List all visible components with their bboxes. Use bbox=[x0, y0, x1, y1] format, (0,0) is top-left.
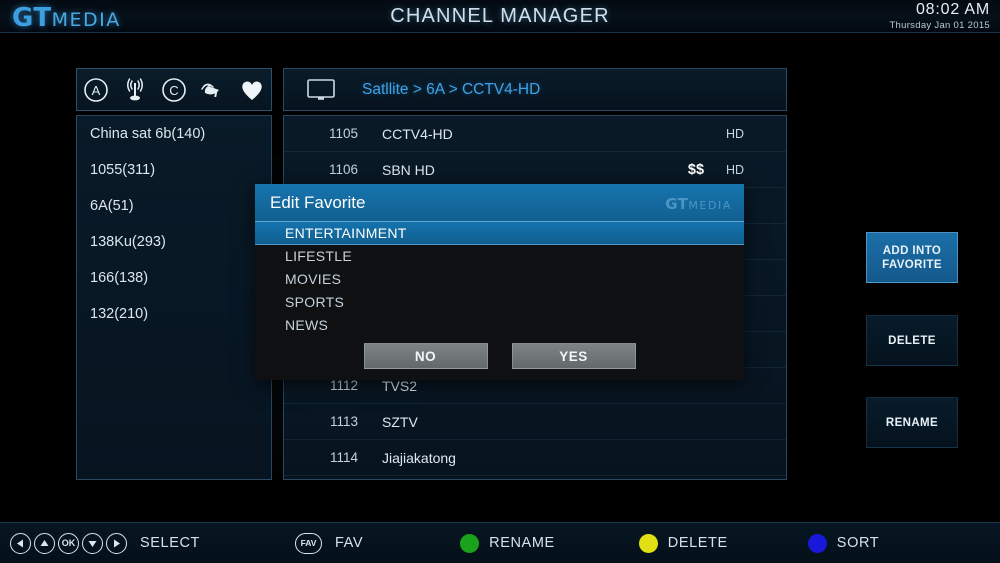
tv-icon bbox=[306, 78, 336, 102]
breadcrumb: Satllite > 6A > CCTV4-HD bbox=[362, 80, 541, 98]
blue-dot-icon bbox=[807, 533, 827, 553]
satellite-list-item[interactable]: 1055(311) bbox=[77, 152, 271, 188]
no-button-label: NO bbox=[414, 349, 437, 364]
rename-button[interactable]: RENAME bbox=[866, 397, 958, 448]
satellite-list-item[interactable]: 166(138) bbox=[77, 260, 271, 296]
favorite-category-item[interactable]: NEWS bbox=[255, 314, 744, 337]
dialog-body: ENTERTAINMENT LIFESTLE MOVIES SPORTS NEWS NO… bbox=[255, 222, 744, 380]
satellite-list-item[interactable]: 6A(51) bbox=[77, 188, 271, 224]
add-into-favorite-button[interactable]: ADD INTO FAVORITE bbox=[866, 232, 958, 283]
channel-hd-badge: HD bbox=[726, 126, 745, 141]
edit-favorite-dialog: Edit Favorite GTMEDIA ENTERTAINMENT LIFES… bbox=[255, 184, 744, 380]
svg-text:C: C bbox=[169, 83, 178, 98]
satellite-list-item[interactable]: 132(210) bbox=[77, 296, 271, 332]
delete-hint-label: DELETE bbox=[667, 535, 728, 551]
heart-icon[interactable] bbox=[237, 75, 267, 105]
rename-hint[interactable]: RENAME bbox=[460, 533, 555, 553]
satellite-dish-icon[interactable] bbox=[198, 75, 228, 105]
dialog-watermark-media: MEDIA bbox=[688, 199, 732, 212]
channel-number: 1114 bbox=[329, 450, 358, 465]
sort-hint[interactable]: SORT bbox=[807, 533, 880, 553]
yes-button[interactable]: YES bbox=[511, 343, 636, 369]
fav-hint[interactable]: FAV FAV bbox=[295, 532, 364, 554]
favorite-category-list[interactable]: ENTERTAINMENT LIFESTLE MOVIES SPORTS NEWS bbox=[255, 222, 744, 337]
clock: 08:02 AM Thursday Jan 01 2015 bbox=[889, 1, 990, 31]
add-into-favorite-label-line2: FAVORITE bbox=[882, 258, 942, 271]
dialog-watermark-gt: GT bbox=[665, 195, 689, 213]
yellow-dot-icon bbox=[638, 533, 658, 553]
table-row[interactable]: 1105 CCTV4-HD HD bbox=[284, 116, 786, 152]
fav-hint-label: FAV bbox=[335, 535, 364, 551]
channel-number: 1106 bbox=[328, 162, 358, 177]
favorite-category-item[interactable]: LIFESTLE bbox=[255, 245, 744, 268]
rename-hint-label: RENAME bbox=[489, 535, 555, 551]
green-dot-icon bbox=[460, 533, 480, 553]
channel-name: Jiajiakatong bbox=[382, 449, 456, 466]
yes-button-label: YES bbox=[559, 349, 588, 364]
circled-c-icon[interactable]: C bbox=[159, 75, 189, 105]
dialog-title: Edit Favorite bbox=[270, 193, 366, 212]
ok-icon[interactable]: OK bbox=[58, 532, 79, 554]
right-arrow-icon[interactable] bbox=[106, 532, 127, 554]
up-arrow-icon[interactable] bbox=[34, 532, 55, 554]
satellite-list-item[interactable]: 138Ku(293) bbox=[77, 224, 271, 260]
channel-number: 1105 bbox=[328, 126, 358, 141]
antenna-icon[interactable] bbox=[120, 75, 150, 105]
fav-key-icon-label: FAV bbox=[300, 538, 317, 548]
table-row[interactable]: 1114 Jiajiakatong bbox=[284, 440, 786, 476]
no-button[interactable]: NO bbox=[363, 343, 488, 369]
table-row[interactable]: 1106 SBN HD $$ HD bbox=[284, 152, 786, 188]
filter-icon-bar[interactable]: A C bbox=[76, 68, 272, 111]
favorite-category-item[interactable]: MOVIES bbox=[255, 268, 744, 291]
delete-hint[interactable]: DELETE bbox=[638, 533, 728, 553]
sort-hint-label: SORT bbox=[836, 535, 880, 551]
channel-number: 1112 bbox=[329, 378, 358, 393]
favorite-category-item[interactable]: ENTERTAINMENT bbox=[255, 222, 744, 245]
channel-pay-badge: $$ bbox=[687, 161, 705, 178]
satellite-list-item[interactable]: China sat 6b(140) bbox=[77, 116, 271, 152]
delete-button[interactable]: DELETE bbox=[866, 315, 958, 366]
left-arrow-icon[interactable] bbox=[10, 532, 31, 554]
clock-time: 08:02 AM bbox=[915, 1, 990, 18]
delete-button-label: DELETE bbox=[888, 334, 936, 347]
channel-number: 1113 bbox=[329, 414, 358, 429]
select-hint-label: SELECT bbox=[140, 535, 201, 551]
down-arrow-icon[interactable] bbox=[82, 532, 103, 554]
svg-text:A: A bbox=[92, 83, 101, 98]
dialog-buttons: NO YES bbox=[255, 343, 744, 369]
table-row[interactable]: 1113 SZTV bbox=[284, 404, 786, 440]
favorite-category-item[interactable]: SPORTS bbox=[255, 291, 744, 314]
circled-a-icon[interactable]: A bbox=[81, 75, 111, 105]
channel-name: SBN HD bbox=[382, 161, 435, 178]
ok-icon-label: OK bbox=[61, 538, 76, 548]
breadcrumb-panel: Satllite > 6A > CCTV4-HD bbox=[283, 68, 787, 111]
channel-manager-screen: GTMEDIA CHANNEL MANAGER 08:02 AM Thursda… bbox=[0, 0, 1000, 563]
clock-date: Thursday Jan 01 2015 bbox=[889, 20, 990, 31]
dialog-header: Edit Favorite GTMEDIA bbox=[255, 184, 744, 222]
channel-hd-badge: HD bbox=[726, 162, 745, 177]
channel-name: CCTV4-HD bbox=[382, 125, 453, 142]
page-title: CHANNEL MANAGER bbox=[390, 5, 610, 27]
bottom-hint-bar: OK SELECT FAV FAV RENAME DELETE SORT bbox=[0, 522, 1000, 563]
satellite-list-panel[interactable]: China sat 6b(140) 1055(311) 6A(51) 138Ku(29… bbox=[76, 115, 272, 480]
dialog-watermark-logo: GTMEDIA bbox=[665, 195, 732, 213]
fav-key-icon[interactable]: FAV bbox=[295, 532, 323, 554]
top-bar: GTMEDIA CHANNEL MANAGER 08:02 AM Thursda… bbox=[0, 0, 1000, 33]
rename-button-label: RENAME bbox=[885, 416, 939, 429]
channel-name: SZTV bbox=[382, 413, 418, 430]
select-hint[interactable]: OK SELECT bbox=[10, 532, 201, 554]
add-into-favorite-label-line1: ADD INTO bbox=[882, 244, 942, 257]
